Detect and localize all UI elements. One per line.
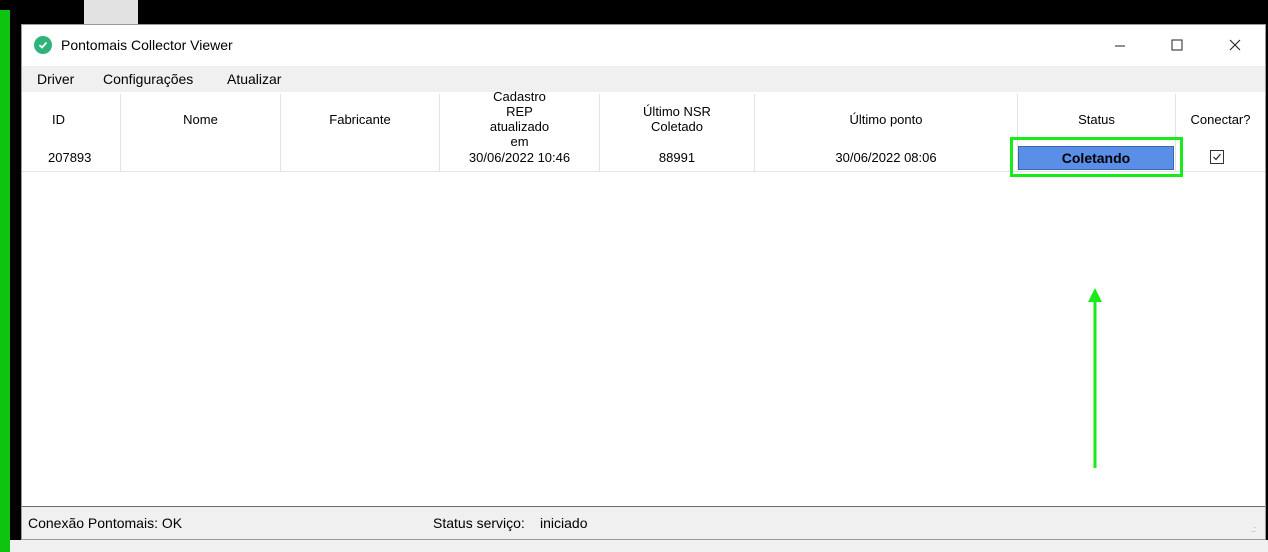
conectar-checkbox[interactable] — [1210, 150, 1224, 164]
resize-grip-icon[interactable]: .: — [1251, 525, 1261, 535]
column-header-id[interactable]: ID — [22, 94, 121, 144]
cell-nsr[interactable]: 88991 — [600, 144, 755, 172]
menu-driver[interactable]: Driver — [37, 71, 74, 87]
close-button[interactable] — [1205, 25, 1265, 65]
background-bottom — [10, 540, 1268, 552]
cell-fabricante[interactable] — [281, 144, 440, 172]
check-circle-icon — [34, 36, 52, 54]
collectors-table[interactable]: ID Nome Fabricante Cadastro REP atualiza… — [22, 89, 1265, 507]
service-status-label: Status serviço: — [433, 515, 525, 531]
service-status-value: iniciado — [540, 515, 588, 531]
column-header-fabricante[interactable]: Fabricante — [281, 94, 440, 144]
menu-atualizar[interactable]: Atualizar — [227, 71, 281, 87]
minimize-button[interactable] — [1090, 25, 1150, 65]
column-header-nsr[interactable]: Último NSR Coletado — [600, 94, 755, 144]
status-highlight — [1010, 137, 1183, 177]
menu-configuracoes[interactable]: Configurações — [103, 71, 193, 87]
cell-ultimo-ponto[interactable]: 30/06/2022 08:06 — [755, 144, 1018, 172]
cell-id[interactable]: 207893 — [22, 144, 121, 172]
column-header-ultimo-ponto[interactable]: Último ponto — [755, 94, 1018, 144]
menu-bar: Driver Configurações Atualizar — [22, 66, 1265, 92]
app-window: Pontomais Collector Viewer Driver Config… — [21, 24, 1266, 540]
window-title: Pontomais Collector Viewer — [61, 37, 233, 53]
maximize-button[interactable] — [1147, 25, 1207, 65]
column-header-cadastro[interactable]: Cadastro REP atualizado em — [440, 89, 600, 149]
background-panel — [84, 0, 138, 24]
arrow-up-icon — [1088, 288, 1102, 468]
status-bar: Conexão Pontomais: OK Status serviço: in… — [22, 507, 1265, 539]
background-green-edge — [0, 10, 10, 552]
cell-cadastro[interactable]: 30/06/2022 10:46 — [440, 144, 600, 172]
cell-nome[interactable] — [121, 144, 281, 172]
column-header-nome[interactable]: Nome — [121, 94, 281, 144]
title-bar[interactable]: Pontomais Collector Viewer — [22, 25, 1265, 65]
connection-status: Conexão Pontomais: OK — [28, 515, 183, 531]
column-header-conectar[interactable]: Conectar? — [1176, 94, 1265, 144]
